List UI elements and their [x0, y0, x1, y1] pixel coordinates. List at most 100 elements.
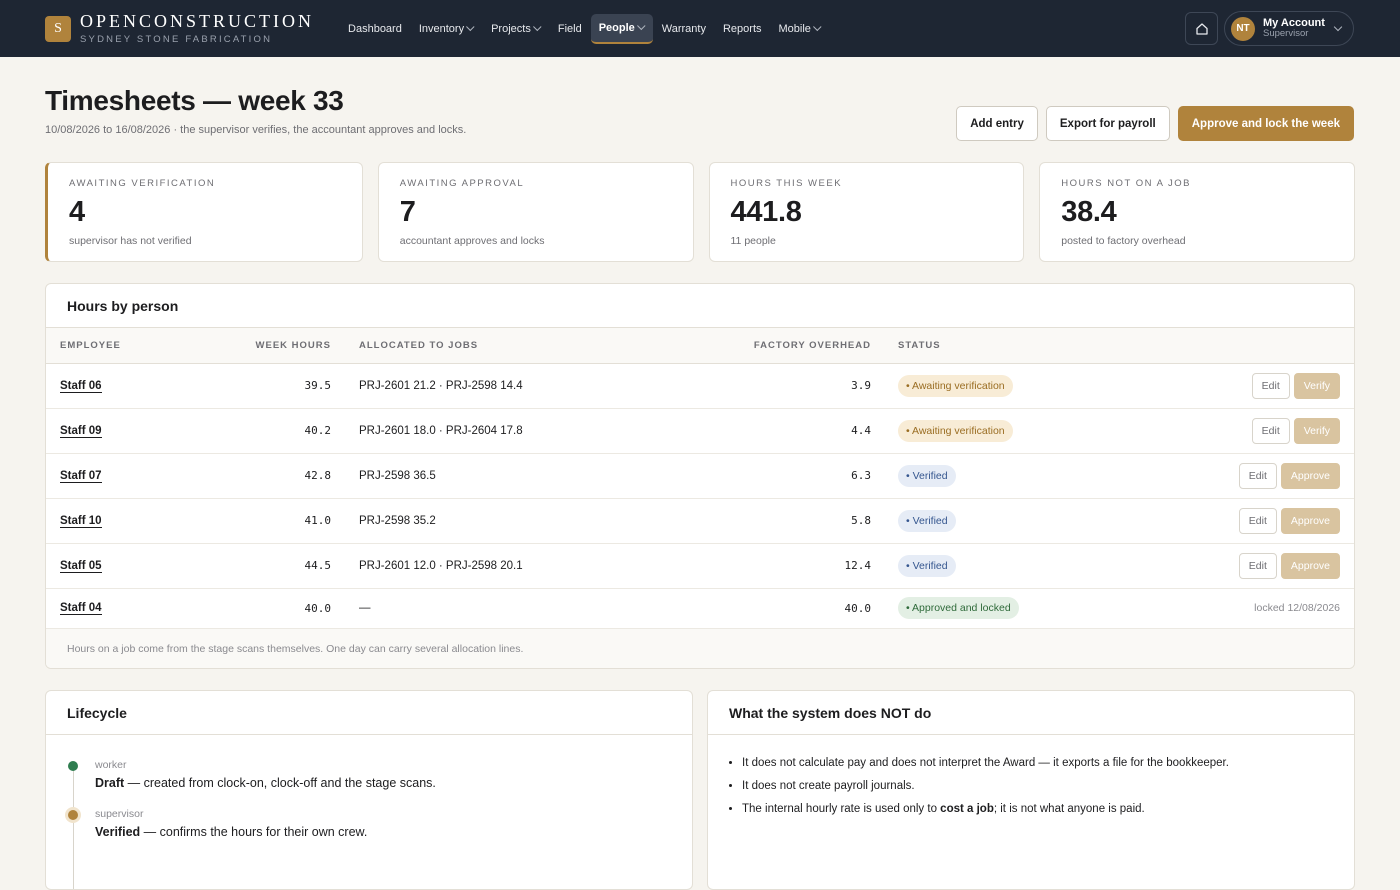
limits-list: It does not calculate pay and does not i… — [708, 735, 1354, 815]
kpi-awaiting-verification: Awaiting verification 4 supervisor has n… — [45, 162, 363, 262]
factory-overhead: 40.0 — [731, 588, 871, 629]
nav-label: Projects — [491, 22, 531, 35]
edit-button[interactable]: Edit — [1238, 507, 1277, 534]
approve-lock-week-button[interactable]: Approve and lock the week — [1177, 106, 1354, 141]
week-hours: 39.5 — [206, 363, 331, 409]
export-payroll-button[interactable]: Export for payroll — [1045, 106, 1170, 141]
kpi-value: 7 — [399, 196, 416, 228]
status-label: Verified — [912, 514, 948, 527]
week-hours: 42.8 — [206, 453, 331, 499]
column-header-employee[interactable]: Employee — [46, 328, 206, 364]
kpi-label: Awaiting approval — [399, 178, 525, 189]
kpi-label: Hours not on a job — [1061, 178, 1192, 189]
nav-label: Inventory — [418, 22, 465, 35]
status-label: Verified — [912, 469, 948, 482]
nav-label: Mobile — [778, 22, 811, 35]
employee-link[interactable]: Staff 04 — [60, 602, 102, 615]
step-name: Draft — [95, 776, 125, 790]
table-header-row: Employee Week hours Allocated to jobs Fa… — [46, 328, 1354, 364]
column-header-actions — [1191, 328, 1354, 364]
column-header-overhead[interactable]: Factory overhead — [731, 328, 871, 364]
table-row: Staff 06 39.5 PRJ-2601 21.2 · PRJ-2598 1… — [46, 363, 1354, 409]
kpi-note: 11 people — [730, 235, 776, 247]
employee-link[interactable]: Staff 09 — [60, 424, 102, 438]
factory-overhead: 6.3 — [731, 453, 871, 499]
status-badge: • Verified — [898, 464, 956, 487]
nav-label: People — [598, 21, 635, 34]
list-item: It does not create payroll journals. — [742, 780, 1354, 792]
nav-item-dashboard[interactable]: Dashboard — [340, 14, 410, 44]
page-subtitle: 10/08/2026 to 16/08/2026 · the superviso… — [45, 124, 467, 136]
nav-label: Warranty — [661, 22, 706, 35]
week-hours: 44.5 — [206, 543, 331, 589]
factory-overhead: 5.8 — [731, 498, 871, 544]
kpi-note: accountant approves and locks — [399, 235, 545, 247]
table-row: Staff 04 40.0 — 40.0 • Approved and lock… — [46, 588, 1354, 629]
brand-name: OPENCONSTRUCTION — [80, 11, 315, 32]
table-row: Staff 09 40.2 PRJ-2601 18.0 · PRJ-2604 1… — [46, 408, 1354, 454]
step-role: worker — [95, 759, 127, 771]
avatar: NT — [1231, 16, 1255, 41]
edit-button[interactable]: Edit — [1238, 552, 1277, 579]
allocated-jobs: PRJ-2598 36.5 — [331, 453, 731, 499]
lifecycle-step: supervisor Verified — confirms the hours… — [68, 808, 692, 839]
nav-item-mobile[interactable]: Mobile — [771, 14, 829, 44]
employee-link[interactable]: Staff 05 — [60, 559, 102, 573]
nav-label: Dashboard — [348, 22, 402, 35]
edit-button[interactable]: Edit — [1251, 417, 1290, 444]
verify-button[interactable]: Verify — [1293, 372, 1340, 399]
employee-link[interactable]: Staff 10 — [60, 514, 102, 528]
account-menu[interactable]: NT My Account Supervisor — [1224, 11, 1354, 46]
brand[interactable]: S OPENCONSTRUCTION SYDNEY STONE FABRICAT… — [45, 12, 314, 45]
hours-table: Employee Week hours Allocated to jobs Fa… — [46, 328, 1354, 629]
card-title: What the system does NOT do — [708, 691, 1354, 735]
list-item: The internal hourly rate is used only to… — [742, 803, 1354, 815]
kpi-row: Awaiting verification 4 supervisor has n… — [45, 162, 1355, 262]
home-icon — [1195, 22, 1208, 35]
approve-button[interactable]: Approve — [1280, 462, 1340, 489]
employee-link[interactable]: Staff 07 — [60, 469, 102, 483]
edit-button[interactable]: Edit — [1238, 462, 1277, 489]
brand-logo: S — [45, 15, 71, 42]
column-header-allocated[interactable]: Allocated to jobs — [331, 328, 731, 364]
factory-overhead: 3.9 — [731, 363, 871, 409]
edit-button[interactable]: Edit — [1251, 372, 1290, 399]
main-nav: Dashboard Inventory Projects Field Peopl… — [340, 0, 830, 57]
approve-button[interactable]: Approve — [1280, 552, 1340, 579]
status-label: Approved and locked — [912, 602, 1011, 614]
nav-item-warranty[interactable]: Warranty — [654, 14, 714, 44]
allocated-jobs: PRJ-2601 12.0 · PRJ-2598 20.1 — [331, 543, 731, 589]
column-header-status[interactable]: Status — [871, 328, 1191, 364]
list-item: It does not calculate pay and does not i… — [742, 757, 1354, 769]
card-title: Hours by person — [46, 284, 1354, 328]
kpi-hours-this-week: Hours this week 441.8 11 people — [708, 162, 1025, 262]
table-row: Staff 10 41.0 PRJ-2598 35.2 5.8 • Verifi… — [46, 498, 1354, 544]
top-navigation-bar: S OPENCONSTRUCTION SYDNEY STONE FABRICAT… — [0, 0, 1400, 57]
table-row: Staff 05 44.5 PRJ-2601 12.0 · PRJ-2598 2… — [46, 543, 1354, 589]
list-text: ; it is not what anyone is paid. — [993, 803, 1145, 815]
nav-item-field[interactable]: Field — [550, 14, 590, 44]
column-header-week-hours[interactable]: Week hours — [206, 328, 331, 364]
nav-item-reports[interactable]: Reports — [715, 14, 770, 44]
add-entry-button[interactable]: Add entry — [956, 106, 1038, 141]
nav-item-people[interactable]: People — [590, 13, 653, 44]
status-badge: • Awaiting verification — [898, 374, 1013, 397]
kpi-value: 4 — [69, 196, 85, 228]
step-description: — created from clock-on, clock-off and t… — [124, 776, 436, 790]
nav-item-projects[interactable]: Projects — [483, 14, 549, 44]
table-row: Staff 07 42.8 PRJ-2598 36.5 6.3 • Verifi… — [46, 453, 1354, 499]
table-footnote: Hours on a job come from the stage scans… — [46, 628, 1354, 668]
employee-link[interactable]: Staff 06 — [60, 379, 102, 393]
home-button[interactable] — [1185, 12, 1218, 45]
approve-button[interactable]: Approve — [1280, 507, 1340, 534]
page-title: Timesheets — week 33 — [45, 85, 344, 116]
account-role: Supervisor — [1263, 28, 1309, 40]
kpi-note: posted to factory overhead — [1061, 235, 1186, 247]
kpi-awaiting-approval: Awaiting approval 7 accountant approves … — [377, 162, 694, 262]
status-label: Verified — [912, 559, 948, 572]
nav-item-inventory[interactable]: Inventory — [411, 14, 482, 44]
verify-button[interactable]: Verify — [1293, 417, 1340, 444]
step-name: Verified — [95, 825, 141, 839]
factory-overhead: 12.4 — [731, 543, 871, 589]
status-badge: • Verified — [898, 554, 956, 577]
